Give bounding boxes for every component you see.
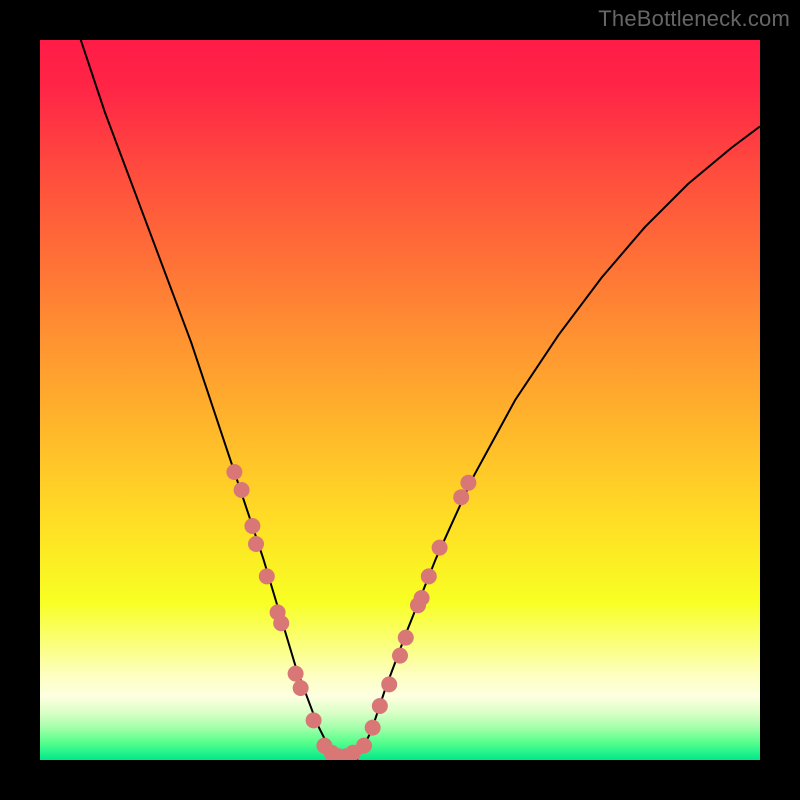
highlight-dot — [234, 482, 250, 498]
plot-area — [40, 40, 760, 760]
watermark-text: TheBottleneck.com — [598, 6, 790, 32]
highlight-dot — [244, 518, 260, 534]
highlight-dot — [259, 568, 275, 584]
highlight-dot — [226, 464, 242, 480]
highlight-dot — [273, 615, 289, 631]
curve-layer — [40, 40, 760, 760]
highlight-dot — [381, 676, 397, 692]
highlight-dot — [460, 475, 476, 491]
highlight-dot — [306, 712, 322, 728]
highlight-dot — [414, 590, 430, 606]
highlight-dot — [365, 720, 381, 736]
highlight-dot — [392, 648, 408, 664]
highlight-dot — [288, 666, 304, 682]
highlight-dot — [453, 489, 469, 505]
chart-frame: TheBottleneck.com — [0, 0, 800, 800]
highlight-dots — [226, 464, 476, 760]
highlight-dot — [432, 540, 448, 556]
highlight-dot — [372, 698, 388, 714]
highlight-dot — [421, 568, 437, 584]
highlight-dot — [356, 738, 372, 754]
highlight-dot — [398, 630, 414, 646]
highlight-dot — [248, 536, 264, 552]
highlight-dot — [293, 680, 309, 696]
